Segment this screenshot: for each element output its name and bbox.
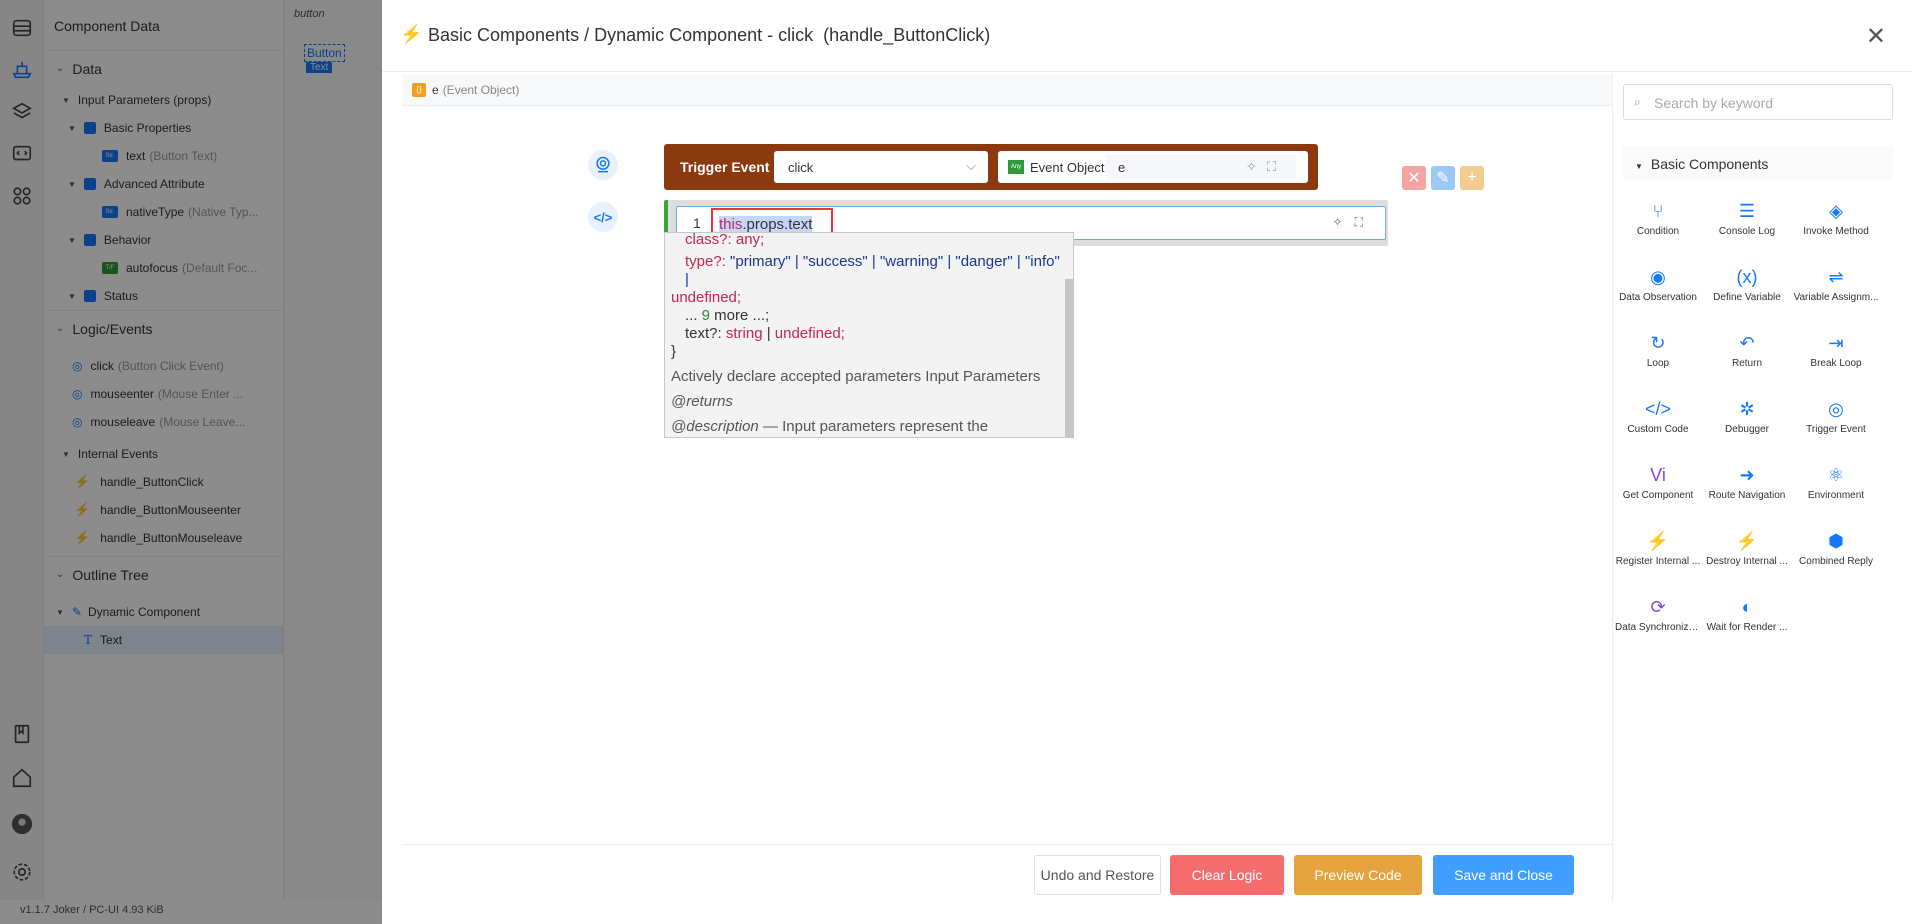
tool-label: Custom Code (1627, 424, 1689, 435)
modal-footer: Undo and Restore Clear Logic Preview Cod… (402, 844, 1612, 904)
tool-item[interactable]: ◎ Trigger Event (1791, 394, 1881, 454)
route-navigation-icon: ➜ (1739, 464, 1755, 485)
logic-editor-modal: ⚡ Basic Components / Dynamic Component -… (382, 0, 1912, 924)
autocomplete-tooltip: class?: any; type?: "primary" | "success… (664, 232, 1074, 438)
trigger-select[interactable]: click ⌵ (774, 151, 988, 183)
data-sync-icon: ⟳ (1650, 596, 1666, 617)
console-log-icon: ☰ (1738, 200, 1756, 221)
tool-item[interactable]: ⇌ Variable Assignm... (1791, 262, 1881, 322)
close-icon[interactable]: ✕ (1866, 22, 1886, 51)
tool-item[interactable]: ✲ Debugger (1702, 394, 1792, 454)
tool-label: Variable Assignm... (1793, 292, 1879, 303)
custom-code-icon: </> (588, 202, 618, 232)
edit-node-button[interactable]: ✎ (1431, 166, 1455, 190)
tool-label: Return (1731, 358, 1762, 369)
save-close-button[interactable]: Save and Close (1433, 855, 1574, 895)
param-bar: {} e (Event Object) (402, 74, 1612, 106)
tool-label: Loop (1646, 358, 1670, 369)
trigger-label: Trigger Event (680, 159, 770, 175)
tool-item[interactable]: ◈ Invoke Method (1791, 196, 1881, 256)
define-variable-icon: (x) (1736, 266, 1758, 287)
tool-label: Define Variable (1713, 292, 1781, 303)
return-icon: ↶ (1739, 332, 1755, 353)
editor-pin-expand-icons[interactable]: ✧⛶ (1333, 215, 1375, 230)
condition-icon: ⑂ (1652, 200, 1664, 221)
param-name: e (432, 82, 439, 97)
tool-item[interactable]: ⟳ Data Synchroniza... (1613, 592, 1703, 652)
event-object-input[interactable]: e ✧⛶ (1106, 155, 1296, 179)
debugger-icon: ✲ (1739, 398, 1755, 419)
tool-item[interactable]: ◐ Wait for Render ... (1702, 592, 1792, 652)
wait-render-icon: ◐ (1741, 596, 1753, 617)
tool-label: Data Observation (1619, 292, 1697, 303)
tool-label: Get Component (1622, 490, 1694, 501)
tools-panel: ⌕ Search by keyword ▼ Basic Components ⑂ Co… (1612, 72, 1912, 902)
tool-label: Break Loop (1810, 358, 1862, 369)
invoke-method-icon: ◈ (1829, 200, 1843, 221)
tool-label: Destroy Internal ... (1706, 556, 1788, 567)
tool-item[interactable]: ⇥ Break Loop (1791, 328, 1881, 388)
environment-icon: ⚛ (1827, 464, 1845, 485)
tool-item[interactable]: ◉ Data Observation (1613, 262, 1703, 322)
delete-node-button[interactable]: ✕ (1402, 166, 1426, 190)
param-hint: (Event Object) (442, 82, 520, 97)
modal-header: ⚡ Basic Components / Dynamic Component -… (382, 0, 1912, 72)
tool-item[interactable]: ↶ Return (1702, 328, 1792, 388)
loop-icon: ↻ (1650, 332, 1666, 353)
search-icon: ⌕ (1634, 95, 1641, 109)
preview-code-button[interactable]: Preview Code (1294, 855, 1422, 895)
tooltip-scrollbar[interactable] (1065, 279, 1073, 437)
tool-label: Route Navigation (1708, 490, 1786, 501)
tool-item[interactable]: ↻ Loop (1613, 328, 1703, 388)
tool-label: Environment (1807, 490, 1865, 501)
clear-logic-button[interactable]: Clear Logic (1170, 855, 1284, 895)
data-observation-icon: ◉ (1650, 266, 1666, 287)
tool-item[interactable]: ⑂ Condition (1613, 196, 1703, 256)
tool-label: Combined Reply (1799, 556, 1873, 567)
tool-label: Data Synchroniza... (1615, 622, 1703, 633)
tool-label: Wait for Render ... (1706, 622, 1788, 633)
pin-expand-icons[interactable]: ✧⛶ (1246, 159, 1286, 175)
tools-group-header[interactable]: ▼ Basic Components (1623, 146, 1893, 180)
any-type-badge: Any (1008, 160, 1024, 174)
tool-item[interactable]: Vi Get Component (1613, 460, 1703, 520)
undo-restore-button[interactable]: Undo and Restore (1034, 855, 1161, 895)
trigger-node[interactable]: Trigger Event click ⌵ Any Event Object e ✧… (664, 144, 1318, 190)
tool-label: Invoke Method (1803, 226, 1869, 237)
tool-label: Trigger Event (1806, 424, 1866, 435)
line-number: 1 (693, 215, 701, 231)
destroy-internal-icon: ⚡ (1735, 530, 1759, 551)
combined-reply-icon: ⬢ (1828, 530, 1844, 551)
object-icon: {} (412, 82, 426, 97)
tool-label: Condition (1636, 226, 1680, 237)
tool-label: Register Internal ... (1615, 556, 1701, 567)
tool-item[interactable]: ⚡ Register Internal ... (1613, 526, 1703, 586)
chevron-down-icon: ⌵ (966, 158, 976, 173)
modal-title: Basic Components / Dynamic Component - c… (428, 25, 991, 45)
tool-label: Debugger (1725, 424, 1769, 435)
event-object-label: Event Object (1030, 160, 1105, 175)
tool-item[interactable]: ⬢ Combined Reply (1791, 526, 1881, 586)
event-object-field: Any Event Object e ✧⛶ (998, 151, 1308, 183)
tool-item[interactable]: (x) Define Variable (1702, 262, 1792, 322)
add-node-button[interactable]: + (1460, 166, 1484, 190)
trigger-event-icon (588, 150, 618, 180)
tool-label: Console Log (1718, 226, 1776, 237)
tool-item[interactable]: ⚛ Environment (1791, 460, 1881, 520)
trigger-event-icon: ◎ (1828, 398, 1844, 419)
custom-code-icon: </> (1644, 398, 1672, 419)
search-input[interactable]: ⌕ Search by keyword (1623, 84, 1893, 120)
tool-item[interactable]: ➜ Route Navigation (1702, 460, 1792, 520)
tool-item[interactable]: </> Custom Code (1613, 394, 1703, 454)
get-component-icon: Vi (1650, 464, 1666, 485)
break-loop-icon: ⇥ (1828, 332, 1844, 353)
register-internal-icon: ⚡ (1646, 530, 1670, 551)
logic-canvas: {} e (Event Object) Trigger Event click ⌵ A… (402, 74, 1612, 844)
variable-assign-icon: ⇌ (1828, 266, 1844, 287)
bolt-icon: ⚡ (400, 24, 423, 44)
tool-item[interactable]: ⚡ Destroy Internal ... (1702, 526, 1792, 586)
tool-item[interactable]: ☰ Console Log (1702, 196, 1792, 256)
